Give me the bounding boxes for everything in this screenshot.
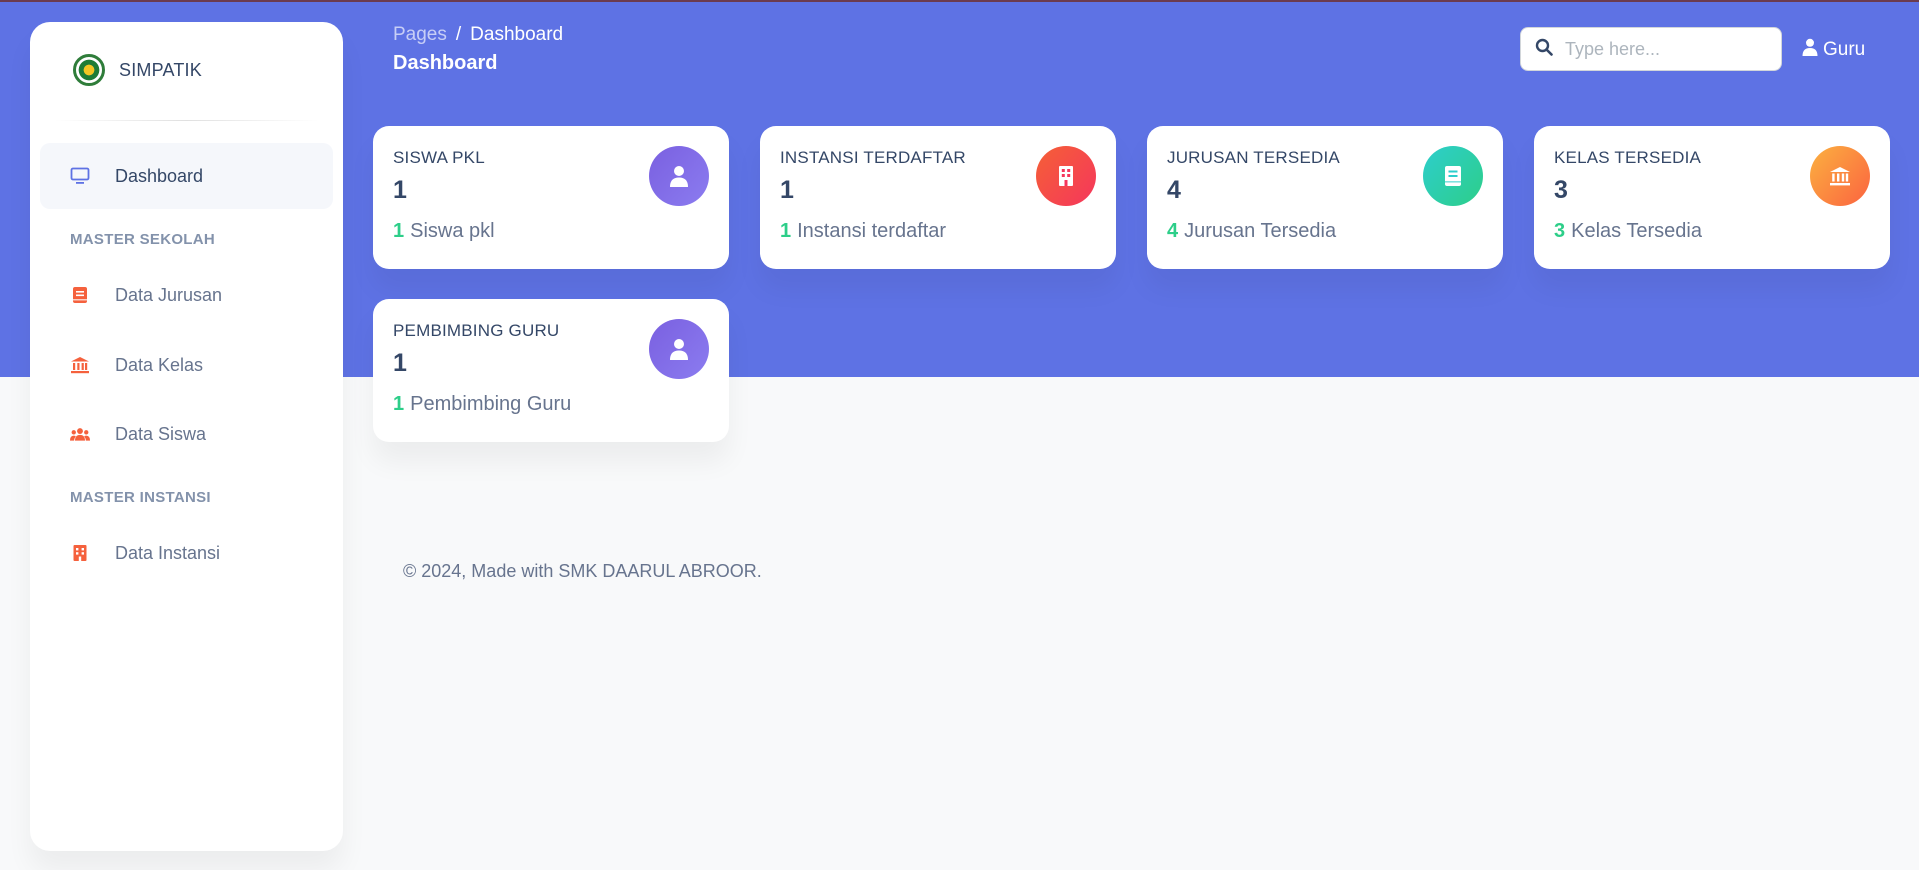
card-footer-text: Instansi terdaftar: [797, 220, 947, 242]
card-footer-number: 1: [780, 220, 792, 242]
sidebar-item-label: Dashboard: [115, 165, 204, 186]
search-input[interactable]: [1565, 38, 1765, 60]
sidebar-item-label: Data Instansi: [115, 542, 221, 563]
users-icon: [70, 424, 90, 444]
sidebar-item-label: Data Siswa: [115, 423, 207, 444]
institution-icon: [1810, 146, 1870, 206]
stat-card-jurusan-tersedia[interactable]: JURUSAN TERSEDIA 4 4 Jurusan Tersedia: [1147, 126, 1503, 269]
monitor-icon: [70, 166, 90, 186]
brand-name: SIMPATIK: [119, 59, 202, 80]
user-icon: [1802, 38, 1818, 62]
card-footer: 3 Kelas Tersedia: [1554, 220, 1702, 243]
card-footer-number: 3: [1554, 220, 1566, 242]
stat-card-kelas-tersedia[interactable]: KELAS TERSEDIA 3 3 Kelas Tersedia: [1534, 126, 1890, 269]
card-footer-text: Kelas Tersedia: [1571, 220, 1702, 242]
page-title: Dashboard: [393, 52, 498, 74]
building-icon: [70, 543, 90, 563]
card-title: SISWA PKL: [393, 148, 485, 167]
sidebar-item-data-instansi[interactable]: Data Instansi: [40, 520, 333, 586]
divider: [54, 120, 319, 121]
breadcrumb: Pages / Dashboard: [393, 24, 563, 46]
institution-icon: [70, 355, 90, 375]
search-icon: [1535, 38, 1553, 61]
breadcrumb-item-current: Dashboard: [470, 24, 564, 45]
card-value: 1: [393, 349, 407, 377]
card-footer-number: 4: [1167, 220, 1179, 242]
card-title: PEMBIMBING GURU: [393, 321, 560, 340]
card-value: 3: [1554, 176, 1568, 204]
section-heading-master-sekolah: MASTER SEKOLAH: [70, 231, 216, 248]
sidebar-item-label: Data Kelas: [115, 354, 204, 375]
card-footer-number: 1: [393, 393, 405, 415]
school-logo-icon: [73, 54, 105, 86]
card-footer-text: Pembimbing Guru: [410, 393, 572, 415]
sidebar-item-data-kelas[interactable]: Data Kelas: [40, 332, 333, 398]
stat-card-siswa-pkl[interactable]: SISWA PKL 1 1 Siswa pkl: [373, 126, 729, 269]
card-footer: 4 Jurusan Tersedia: [1167, 220, 1336, 243]
card-footer: 1 Pembimbing Guru: [393, 393, 571, 416]
footer-copyright: © 2024, Made with SMK DAARUL ABROOR.: [403, 561, 762, 581]
search-box[interactable]: [1520, 27, 1782, 71]
section-heading-master-instansi: MASTER INSTANSI: [70, 489, 211, 506]
brand[interactable]: SIMPATIK: [73, 54, 202, 86]
breadcrumb-item-pages[interactable]: Pages: [393, 24, 447, 45]
stat-card-instansi-terdaftar[interactable]: INSTANSI TERDAFTAR 1 1 Instansi terdaftar: [760, 126, 1116, 269]
book-icon: [70, 285, 90, 305]
sidebar-item-data-siswa[interactable]: Data Siswa: [40, 401, 333, 467]
card-title: KELAS TERSEDIA: [1554, 148, 1702, 167]
card-value: 1: [393, 176, 407, 204]
sidebar: SIMPATIK Dashboard MASTER SEKOLAH Data J…: [30, 22, 343, 851]
sidebar-item-data-jurusan[interactable]: Data Jurusan: [40, 262, 333, 328]
card-footer: 1 Instansi terdaftar: [780, 220, 946, 243]
book-icon: [1423, 146, 1483, 206]
user-label: Guru: [1823, 39, 1866, 60]
card-title: JURUSAN TERSEDIA: [1167, 148, 1340, 167]
user-icon: [649, 319, 709, 379]
user-icon: [649, 146, 709, 206]
stat-card-pembimbing-guru[interactable]: PEMBIMBING GURU 1 1 Pembimbing Guru: [373, 299, 729, 442]
sidebar-item-label: Data Jurusan: [115, 284, 223, 305]
card-footer: 1 Siswa pkl: [393, 220, 495, 243]
card-footer-text: Siswa pkl: [410, 220, 495, 242]
card-value: 4: [1167, 176, 1181, 204]
breadcrumb-separator: /: [455, 24, 462, 45]
building-icon: [1036, 146, 1096, 206]
user-menu-link[interactable]: Guru: [1802, 38, 1865, 62]
sidebar-item-dashboard[interactable]: Dashboard: [40, 143, 333, 209]
card-value: 1: [780, 176, 794, 204]
card-title: INSTANSI TERDAFTAR: [780, 148, 966, 167]
card-footer-text: Jurusan Tersedia: [1184, 220, 1337, 242]
card-footer-number: 1: [393, 220, 405, 242]
